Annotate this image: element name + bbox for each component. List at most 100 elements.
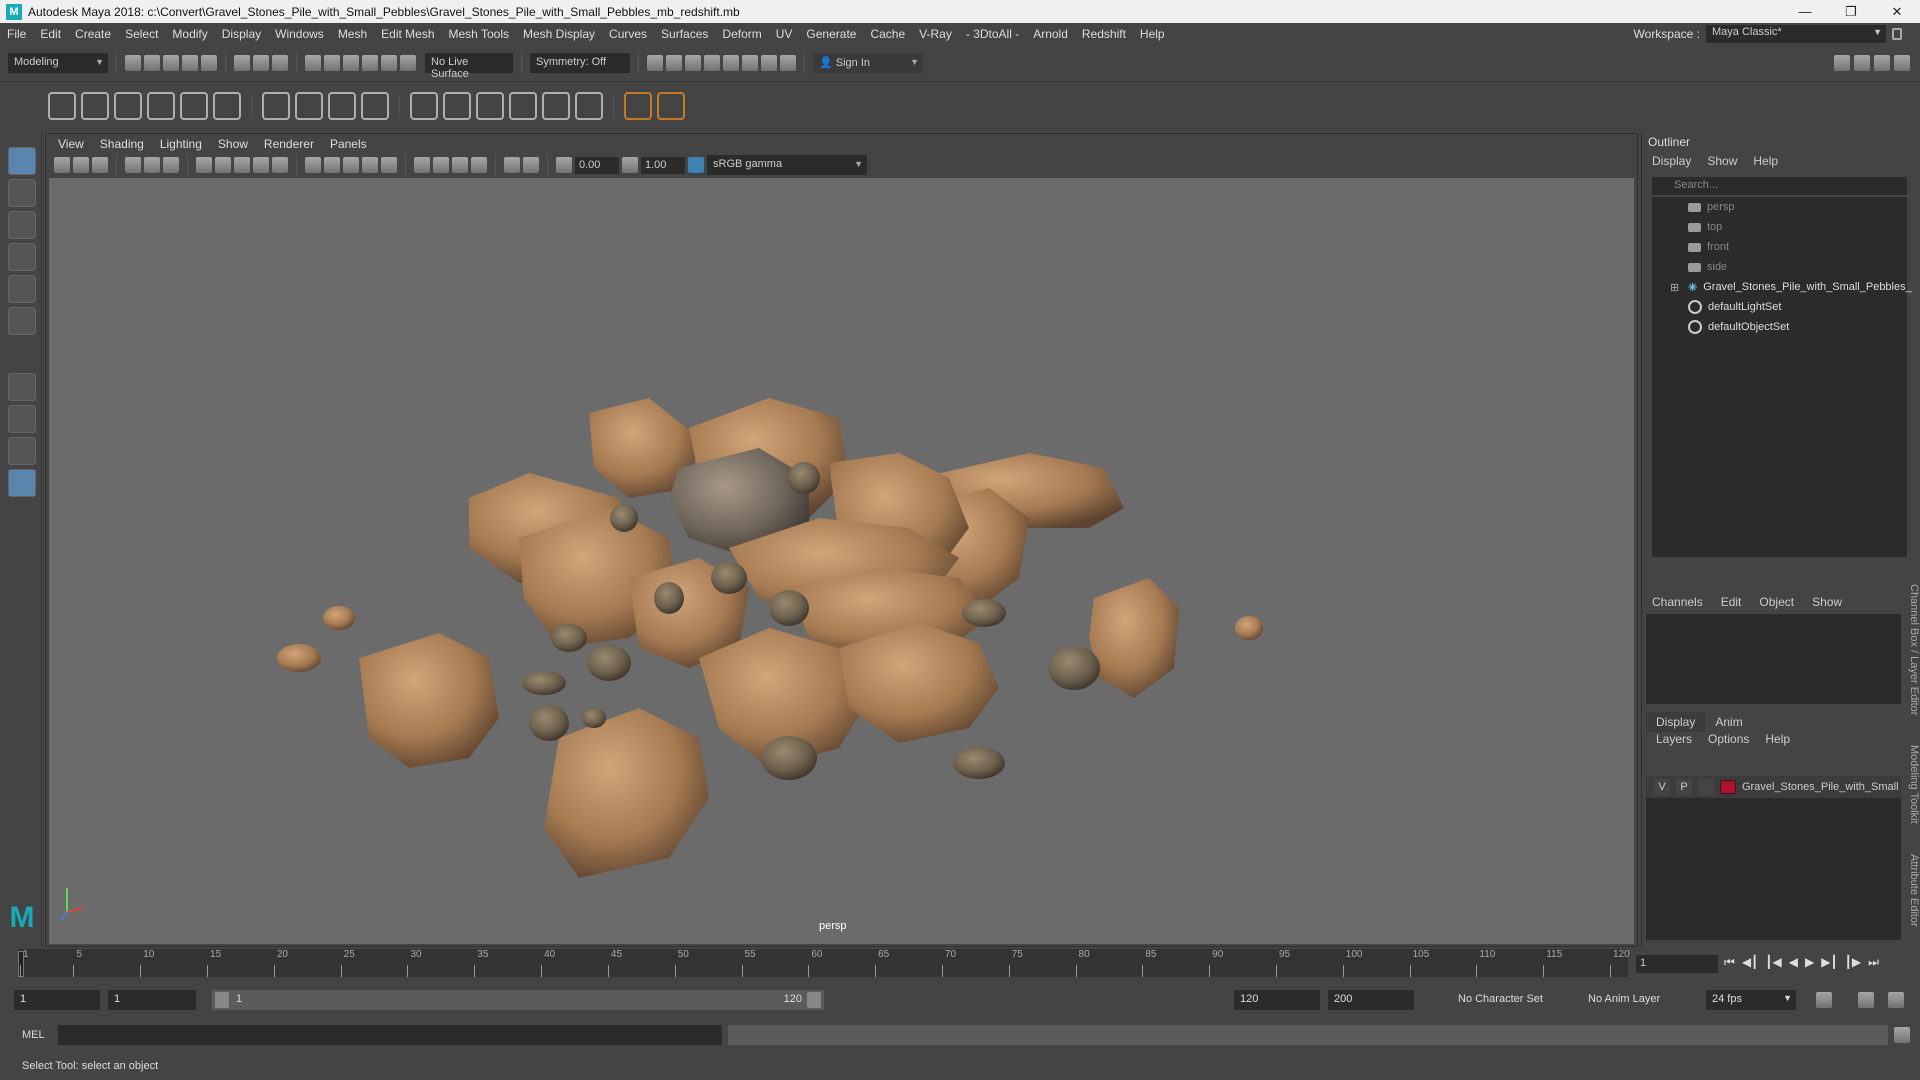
panel-menu-panels[interactable]: Panels [330,137,367,151]
snap-view-plane-icon[interactable] [362,55,378,71]
expand-icon[interactable]: ⊞ [1670,281,1679,294]
attribute-editor-icon[interactable] [1854,55,1870,71]
wireframe-icon[interactable] [305,157,321,173]
mel-label[interactable]: MEL [22,1029,45,1041]
side-tab-channel-box-layer-editor[interactable]: Channel Box / Layer Editor [1902,584,1920,715]
lock-icon[interactable] [1892,28,1902,40]
outliner-item[interactable]: ⊞ ✳ Gravel_Stones_Pile_with_Small_Pebbles_ [1652,277,1912,297]
panel-menu-show[interactable]: Show [218,137,248,151]
modeling-toolkit-icon[interactable] [1834,55,1850,71]
anti-alias-icon[interactable] [452,157,468,173]
go-to-end-icon[interactable]: ⏭ [1868,955,1879,970]
range-end-handle[interactable] [807,992,821,1008]
image-plane-icon[interactable] [125,157,141,173]
anim-layer-dropdown[interactable]: No Anim Layer [1582,990,1686,1010]
exposure-icon[interactable] [556,157,572,173]
exposure-field[interactable]: 0.00 [575,156,619,174]
play-forward-icon[interactable]: ▶ [1805,955,1814,970]
menu-redshift[interactable]: Redshift [1075,27,1133,41]
select-object-icon[interactable] [253,55,269,71]
extrude-icon[interactable] [410,91,438,120]
menu-display[interactable]: Display [215,27,268,41]
outliner-menu-display[interactable]: Display [1652,154,1691,168]
select-component-icon[interactable] [272,55,288,71]
select-tool-icon[interactable] [8,147,36,175]
snap-live-icon[interactable] [381,55,397,71]
playback-toggle[interactable]: P [1676,779,1692,795]
outliner-item[interactable]: persp [1652,197,1907,217]
outliner-item[interactable]: top [1652,217,1907,237]
grease-pencil-icon[interactable] [163,157,179,173]
new-scene-icon[interactable] [125,55,141,71]
undo-icon[interactable] [182,55,198,71]
playback-start-field[interactable]: 1 [108,990,196,1010]
play-back-icon[interactable]: ◀ [1789,955,1798,970]
pause-viewport-icon[interactable] [780,55,796,71]
ambient-occlusion-icon[interactable] [414,157,430,173]
outliner-layout-icon[interactable] [8,469,36,497]
step-back-frame-icon[interactable]: ┃◀ [1765,955,1781,970]
smooth-shade-icon[interactable] [324,157,340,173]
snap-point-icon[interactable] [343,55,359,71]
minimize-button[interactable]: — [1782,0,1828,23]
bezier-icon[interactable] [147,91,175,120]
menu-mesh-display[interactable]: Mesh Display [516,27,602,41]
panel-menu-shading[interactable]: Shading [100,137,144,151]
close-button[interactable]: ✕ [1874,0,1920,23]
ep-curve-icon[interactable] [114,91,142,120]
preferences-icon[interactable] [1888,992,1904,1008]
use-all-lights-icon[interactable] [362,157,378,173]
script-editor-icon[interactable] [1894,1027,1910,1043]
channel-box-menu-show[interactable]: Show [1812,595,1842,609]
time-ruler[interactable]: 1 5 10 15 20 25 30 35 40 45 50 55 60 65 70 75 80 85 90 95 10… [18,949,1630,977]
outliner-search-input[interactable]: Search... [1652,177,1907,195]
step-forward-frame-icon[interactable]: ▶┃ [1821,955,1837,970]
menu-cache[interactable]: Cache [863,27,912,41]
lasso-tool-icon[interactable] [8,179,36,207]
side-tab-attribute-editor[interactable]: Attribute Editor [1902,854,1920,927]
pencil-curve-icon[interactable] [180,91,208,120]
step-back-key-icon[interactable]: ◀┃ [1742,955,1758,970]
channel-box-menu-object[interactable]: Object [1759,595,1794,609]
2d-pan-zoom-icon[interactable] [144,157,160,173]
poly-cylinder-icon[interactable] [328,91,356,120]
live-surface-field[interactable]: No Live Surface [425,53,513,80]
bridge-icon[interactable] [476,91,504,120]
menu-file[interactable]: File [0,27,33,41]
channel-box-menu-channels[interactable]: Channels [1652,595,1703,609]
menu-deform[interactable]: Deform [715,27,768,41]
bookmark-icon[interactable] [92,157,108,173]
motion-blur-icon[interactable] [433,157,449,173]
open-scene-icon[interactable] [144,55,160,71]
menu-set-dropdown[interactable]: Modeling ▼ [8,53,108,73]
menu-edit[interactable]: Edit [33,27,68,41]
xray-icon[interactable] [523,157,539,173]
sign-in-button[interactable]: 👤 Sign In ▼ [813,53,923,73]
layer-tab-anim[interactable]: Anim [1705,712,1752,732]
snap-curve-icon[interactable] [324,55,340,71]
panel-menu-lighting[interactable]: Lighting [160,137,202,151]
menu-create[interactable]: Create [68,27,118,41]
plus-icon[interactable] [624,91,652,120]
visibility-toggle[interactable]: V [1654,779,1670,795]
auto-key-icon[interactable] [1858,992,1874,1008]
layer-type-toggle[interactable] [1698,779,1714,795]
range-start-handle[interactable] [215,992,229,1008]
go-to-start-icon[interactable]: ⏮ [1724,955,1735,970]
outliner-menu-help[interactable]: Help [1753,154,1778,168]
move-tool-icon[interactable] [8,243,36,271]
outliner-item[interactable]: front [1652,237,1907,257]
snap-surface-icon[interactable] [400,55,416,71]
layer-menu-help[interactable]: Help [1765,732,1790,746]
menu-mesh-tools[interactable]: Mesh Tools [442,27,516,41]
menu-windows[interactable]: Windows [268,27,331,41]
mel-input[interactable] [58,1025,722,1045]
separate-icon[interactable] [542,91,570,120]
menu-3dtoall[interactable]: - 3DtoAll - [959,27,1026,41]
render-view-icon[interactable] [647,55,663,71]
snap-grid-icon[interactable] [305,55,321,71]
redo-icon[interactable] [201,55,217,71]
symmetry-dropdown[interactable]: Symmetry: Off [530,53,630,73]
layer-color-swatch[interactable] [1720,780,1736,794]
shadows-icon[interactable] [381,157,397,173]
